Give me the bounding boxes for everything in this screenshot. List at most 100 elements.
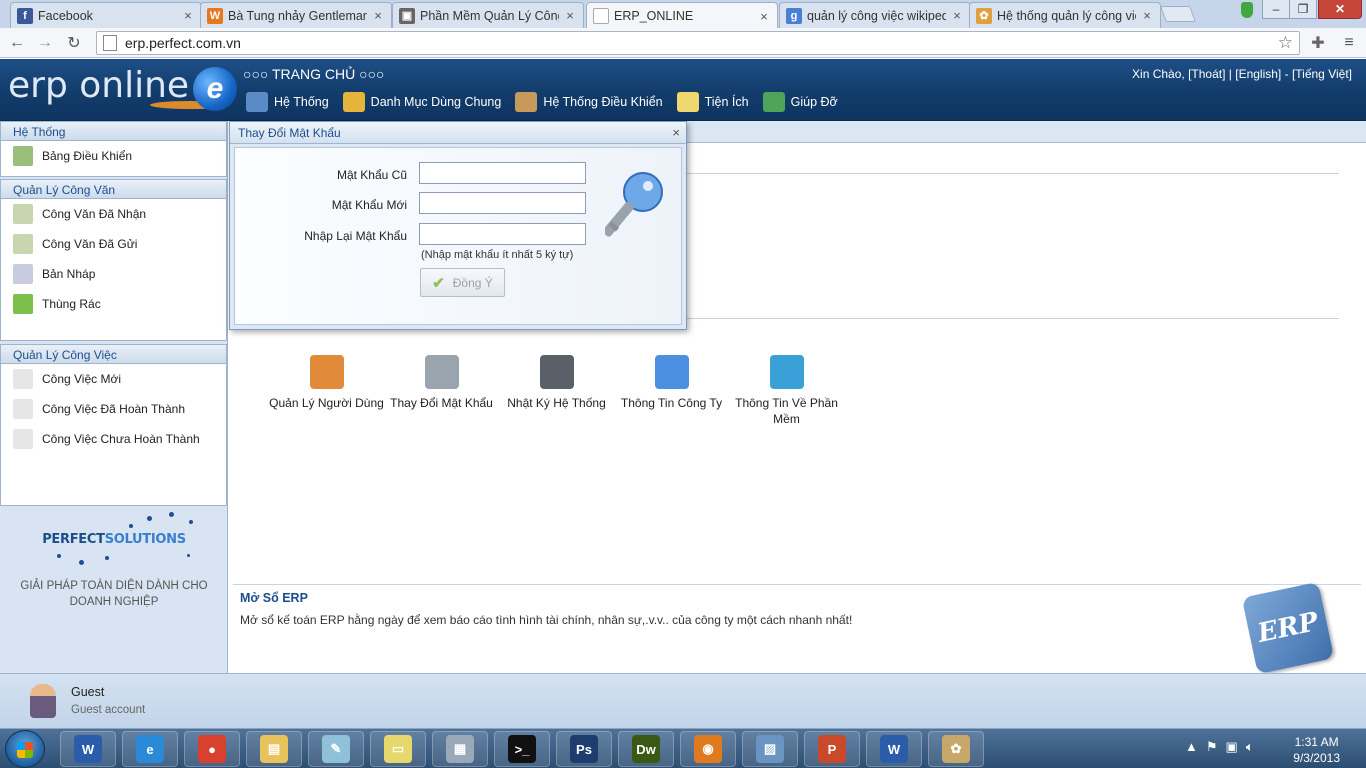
warning-task-icon: [13, 429, 33, 449]
tray-arrow-icon[interactable]: ▲: [1185, 739, 1198, 755]
taskbar-app[interactable]: W: [866, 731, 922, 767]
taskbar-app[interactable]: Dw: [618, 731, 674, 767]
broadcast-info-icon: [769, 355, 804, 389]
browser-tab[interactable]: ▣ Phần Mềm Quản Lý Công ×: [392, 2, 584, 28]
tab-close-icon[interactable]: ×: [563, 8, 577, 23]
tab-close-icon[interactable]: ×: [1140, 8, 1154, 23]
new-password-field[interactable]: [419, 192, 586, 214]
shield-icon: [1236, 0, 1258, 19]
taskbar-app[interactable]: e: [122, 731, 178, 767]
back-arrow-icon[interactable]: ←: [6, 32, 28, 54]
computer-icon: [246, 92, 268, 112]
sidebar-item[interactable]: Công Việc Chưa Hoàn Thành: [1, 424, 226, 454]
clock[interactable]: 1:31 AM 9/3/2013: [1293, 734, 1340, 766]
sidebar-item[interactable]: Bản Nháp: [1, 259, 226, 289]
taskbar-app[interactable]: W: [60, 731, 116, 767]
brand-block: PERFECTSOLUTIONS GIẢI PHÁP TOÀN DIỆN DÀN…: [0, 506, 228, 610]
confirm-button[interactable]: ✔ Đồng Ý: [420, 268, 505, 297]
flag-icon[interactable]: ⚑: [1206, 739, 1218, 755]
bookmark-star-icon[interactable]: ☆: [1278, 33, 1293, 53]
minimize-button[interactable]: –: [1262, 0, 1290, 19]
erp-badge-icon: ERP: [1241, 581, 1335, 675]
menu-item[interactable]: Giúp Đỡ: [762, 92, 838, 112]
reload-icon[interactable]: ↻: [63, 32, 85, 54]
sidebar-item[interactable]: Công Việc Đã Hoàn Thành: [1, 394, 226, 424]
sidebar-item[interactable]: Công Việc Mới: [1, 364, 226, 394]
app-logo[interactable]: erp online: [8, 65, 189, 106]
old-password-field[interactable]: [419, 162, 586, 184]
address-bar[interactable]: erp.perfect.com.vn ☆: [96, 31, 1300, 55]
shortcut-item[interactable]: Thông Tin Công Ty: [614, 355, 729, 427]
tab-close-icon[interactable]: ×: [950, 8, 964, 23]
menu-item[interactable]: Danh Mục Dùng Chung: [342, 92, 501, 112]
internet-explorer-icon: e: [136, 735, 164, 763]
browser-tab[interactable]: ERP_ONLINE ×: [586, 2, 778, 29]
status-bar: Guest Guest account: [0, 673, 1366, 728]
logout-link[interactable]: [Thoát]: [1188, 67, 1225, 81]
news-title[interactable]: Mở Sổ ERP: [240, 591, 308, 605]
tab-close-icon[interactable]: ×: [757, 9, 771, 24]
browser-tab[interactable]: ✿ Hệ thống quản lý công việ ×: [969, 2, 1161, 28]
notepad-icon: ✎: [322, 735, 350, 763]
sidebar-section-title[interactable]: Quản Lý Công Văn: [1, 180, 226, 199]
forward-arrow-icon[interactable]: →: [34, 32, 56, 54]
volume-icon[interactable]: 🔈︎: [1246, 739, 1254, 755]
shortcut-label: Thay Đổi Mật Khẩu: [390, 396, 493, 410]
browser-tab[interactable]: g quản lý công việc wikipedi ×: [779, 2, 971, 28]
sidebar-item[interactable]: Bảng Điều Khiển: [1, 141, 226, 171]
chrome-icon: ●: [198, 735, 226, 763]
confirm-password-field[interactable]: [419, 223, 586, 245]
taskbar-app[interactable]: ▤: [246, 731, 302, 767]
system-tray: ▲ ⚑ ▣ 🔈︎: [1185, 739, 1254, 755]
taskbar-app[interactable]: ●: [184, 731, 240, 767]
shortcut-item[interactable]: Nhật Ký Hệ Thống: [499, 355, 614, 427]
menu-item[interactable]: Hệ Thống Điều Khiển: [515, 92, 663, 112]
tab-close-icon[interactable]: ×: [371, 8, 385, 23]
sidebar-item[interactable]: Công Văn Đã Gửi: [1, 229, 226, 259]
sidebar-item[interactable]: Thùng Rác: [1, 289, 226, 319]
sidebar-section-title[interactable]: Quản Lý Công Việc: [1, 345, 226, 364]
new-tab-button[interactable]: [1160, 6, 1196, 22]
menu-item[interactable]: Tiện Ích: [676, 92, 749, 112]
taskbar-app[interactable]: Ps: [556, 731, 612, 767]
sidebar-item-label: Bản Nháp: [42, 267, 96, 281]
taskbar-app[interactable]: P: [804, 731, 860, 767]
shortcut-item[interactable]: Thông Tin Về Phần Mềm: [729, 355, 844, 427]
news-text: Mở sổ kế toán ERP hằng ngày để xem báo c…: [240, 613, 853, 627]
menu-icon[interactable]: ≡: [1338, 32, 1360, 54]
site-icon: ✿: [976, 7, 992, 24]
taskbar-app[interactable]: ✿: [928, 731, 984, 767]
maximize-button[interactable]: ❐: [1289, 0, 1317, 19]
english-link[interactable]: [English]: [1235, 67, 1281, 81]
menu-item[interactable]: Hệ Thống: [246, 92, 329, 112]
mail-received-icon: [13, 204, 33, 224]
shortcut-grid: Quản Lý Người Dùng Thay Đổi Mật Khẩu Nhật …: [269, 355, 844, 427]
vietnamese-link[interactable]: [Tiếng Việt]: [1292, 67, 1352, 81]
browser-tab[interactable]: f Facebook ×: [10, 2, 202, 28]
close-window-button[interactable]: ✕: [1318, 0, 1362, 19]
shortcut-item[interactable]: Quản Lý Người Dùng: [269, 355, 384, 427]
tab-close-icon[interactable]: ×: [181, 8, 195, 23]
checkmark-icon: ✔: [432, 274, 445, 292]
close-icon[interactable]: ×: [672, 125, 680, 140]
sidebar-section-title[interactable]: Hệ Thống: [1, 122, 226, 141]
taskbar-app[interactable]: ▨: [742, 731, 798, 767]
completed-task-icon: [13, 399, 33, 419]
taskbar-app[interactable]: >_: [494, 731, 550, 767]
network-icon[interactable]: ▣: [1226, 739, 1238, 755]
taskbar-app[interactable]: ✎: [308, 731, 364, 767]
taskbar-app[interactable]: ▭: [370, 731, 426, 767]
app-header: erp online e ○○○ TRANG CHỦ ○○○ Xin Chào,…: [0, 59, 1366, 121]
shortcut-label: Nhật Ký Hệ Thống: [507, 396, 606, 410]
browser-tab[interactable]: W Bà Tung nhảy Gentleman ×: [200, 2, 392, 28]
home-link[interactable]: ○○○ TRANG CHỦ ○○○: [243, 66, 384, 82]
taskbar-app[interactable]: ▦: [432, 731, 488, 767]
extension-puzzle-icon[interactable]: ✚: [1307, 32, 1329, 54]
shortcut-item[interactable]: Thay Đổi Mật Khẩu: [384, 355, 499, 427]
sidebar-item[interactable]: Công Văn Đã Nhận: [1, 199, 226, 229]
start-button[interactable]: [5, 730, 45, 768]
taskbar-app[interactable]: ◉: [680, 731, 736, 767]
dialog-title: Thay Đổi Mật Khẩu: [238, 126, 341, 140]
help-icon: [762, 92, 785, 112]
sticky-notes-icon: ▭: [384, 735, 412, 763]
